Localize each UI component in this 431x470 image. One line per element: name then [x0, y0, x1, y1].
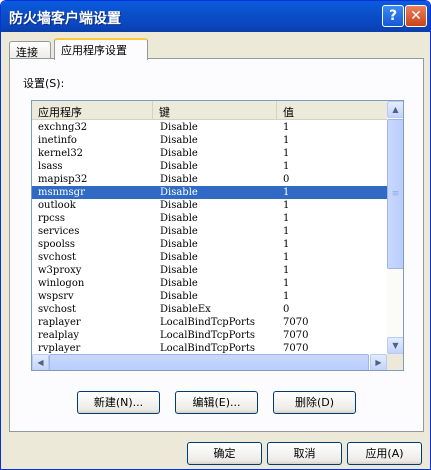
- table-row[interactable]: winlogon Disable 1: [32, 277, 387, 290]
- table-cell-value: 7070: [283, 330, 309, 341]
- table-row[interactable]: msnmsgr Disable 1: [32, 186, 387, 199]
- table-cell-value: 1: [283, 239, 290, 250]
- table-row[interactable]: w3proxy Disable 1: [32, 264, 387, 277]
- horizontal-scroll-thumb[interactable]: [49, 354, 369, 370]
- table-row[interactable]: kernel32 Disable 1: [32, 147, 387, 160]
- title-bar[interactable]: 防火墙客户端设置 ? ✕: [1, 1, 430, 32]
- table-cell-key: Disable: [160, 135, 198, 146]
- vertical-scrollbar[interactable]: ▲ ≡ ▼: [387, 101, 403, 354]
- table-cell-app: rpcss: [38, 213, 66, 224]
- scroll-corner: [387, 354, 403, 370]
- table-cell-value: 1: [283, 135, 290, 146]
- table-cell-key: DisableEx: [160, 304, 211, 315]
- table-cell-app: svchost: [38, 304, 76, 315]
- table-cell-value: 1: [283, 187, 290, 198]
- table-cell-key: Disable: [160, 239, 198, 250]
- table-cell-value: 1: [283, 252, 290, 263]
- table-row[interactable]: lsass Disable 1: [32, 160, 387, 173]
- table-row[interactable]: svchost DisableEx 0: [32, 303, 387, 316]
- firewall-client-settings-window: 防火墙客户端设置 ? ✕ 连接 应用程序设置 设置(S): 应用程序 键 值 e…: [0, 0, 431, 470]
- cancel-button[interactable]: 取消: [267, 442, 342, 465]
- table-row[interactable]: realplay LocalBindTcpPorts 7070: [32, 329, 387, 342]
- table-cell-app: services: [38, 226, 80, 237]
- table-cell-app: lsass: [38, 161, 63, 172]
- table-cell-key: LocalBindTcpPorts: [160, 317, 255, 328]
- table-cell-key: Disable: [160, 213, 198, 224]
- table-cell-app: winlogon: [38, 278, 85, 289]
- table-cell-key: LocalBindTcpPorts: [160, 330, 255, 341]
- column-header-key[interactable]: 键: [153, 101, 277, 119]
- table-cell-key: Disable: [160, 187, 198, 198]
- scroll-up-icon[interactable]: ▲: [387, 101, 403, 118]
- table-cell-value: 1: [283, 213, 290, 224]
- table-cell-value: 1: [283, 148, 290, 159]
- settings-label: 设置(S):: [23, 77, 65, 90]
- close-button[interactable]: ✕: [405, 5, 427, 27]
- table-cell-app: outlook: [38, 200, 76, 211]
- apply-button[interactable]: 应用(A): [347, 442, 422, 465]
- settings-list[interactable]: 应用程序 键 值 exchng32 Disable 1 inetinfo Disable…: [31, 100, 404, 371]
- table-cell-key: Disable: [160, 161, 198, 172]
- table-row[interactable]: rpcss Disable 1: [32, 212, 387, 225]
- scroll-down-icon[interactable]: ▼: [387, 337, 403, 354]
- table-cell-app: realplay: [38, 330, 80, 341]
- table-cell-key: Disable: [160, 226, 198, 237]
- table-row[interactable]: raplayer LocalBindTcpPorts 7070: [32, 316, 387, 329]
- table-cell-key: Disable: [160, 278, 198, 289]
- table-cell-app: raplayer: [38, 317, 81, 328]
- ok-button[interactable]: 确定: [187, 442, 262, 465]
- table-cell-key: Disable: [160, 252, 198, 263]
- table-cell-key: Disable: [160, 122, 198, 133]
- table-cell-value: 1: [283, 122, 290, 133]
- tab-connection[interactable]: 连接: [9, 41, 51, 59]
- table-cell-app: inetinfo: [38, 135, 77, 146]
- scroll-left-icon[interactable]: ◀: [32, 354, 49, 370]
- table-cell-key: Disable: [160, 291, 198, 302]
- table-cell-value: 1: [283, 200, 290, 211]
- scroll-right-icon[interactable]: ▶: [370, 354, 387, 370]
- table-cell-app: svchost: [38, 252, 76, 263]
- table-row[interactable]: wspsrv Disable 1: [32, 290, 387, 303]
- table-cell-app: msnmsgr: [38, 187, 85, 198]
- horizontal-scrollbar[interactable]: ◀ ▶: [32, 354, 387, 370]
- table-cell-app: w3proxy: [38, 265, 82, 276]
- table-cell-value: 1: [283, 161, 290, 172]
- table-cell-value: 1: [283, 291, 290, 302]
- window-title: 防火墙客户端设置: [9, 11, 121, 27]
- table-row[interactable]: outlook Disable 1: [32, 199, 387, 212]
- table-cell-value: 0: [283, 304, 290, 315]
- table-row[interactable]: services Disable 1: [32, 225, 387, 238]
- list-body: exchng32 Disable 1 inetinfo Disable 1 kernel32…: [32, 121, 387, 355]
- table-row[interactable]: exchng32 Disable 1: [32, 121, 387, 134]
- help-button[interactable]: ?: [382, 5, 404, 27]
- table-cell-key: Disable: [160, 265, 198, 276]
- list-header: 应用程序 键 值: [32, 101, 387, 120]
- new-button[interactable]: 新建(N)...: [77, 391, 160, 414]
- table-cell-value: 1: [283, 226, 290, 237]
- edit-button[interactable]: 编辑(E)...: [175, 391, 258, 414]
- table-row[interactable]: mapisp32 Disable 0: [32, 173, 387, 186]
- tab-application-settings[interactable]: 应用程序设置: [54, 38, 148, 60]
- table-cell-value: 1: [283, 265, 290, 276]
- scroll-thumb[interactable]: ≡: [387, 119, 403, 269]
- table-cell-app: spoolss: [38, 239, 76, 250]
- table-cell-key: Disable: [160, 174, 198, 185]
- delete-button[interactable]: 删除(D): [273, 391, 356, 414]
- column-header-application[interactable]: 应用程序: [32, 101, 153, 119]
- table-cell-app: wspsrv: [38, 291, 74, 302]
- table-cell-value: 7070: [283, 317, 309, 328]
- table-cell-key: Disable: [160, 200, 198, 211]
- column-header-value[interactable]: 值: [277, 101, 387, 119]
- table-row[interactable]: inetinfo Disable 1: [32, 134, 387, 147]
- table-row[interactable]: svchost Disable 1: [32, 251, 387, 264]
- table-cell-value: 0: [283, 174, 290, 185]
- table-cell-app: kernel32: [38, 148, 84, 159]
- table-row[interactable]: spoolss Disable 1: [32, 238, 387, 251]
- table-cell-app: mapisp32: [38, 174, 88, 185]
- table-cell-value: 1: [283, 278, 290, 289]
- table-cell-key: Disable: [160, 148, 198, 159]
- table-cell-app: exchng32: [38, 122, 88, 133]
